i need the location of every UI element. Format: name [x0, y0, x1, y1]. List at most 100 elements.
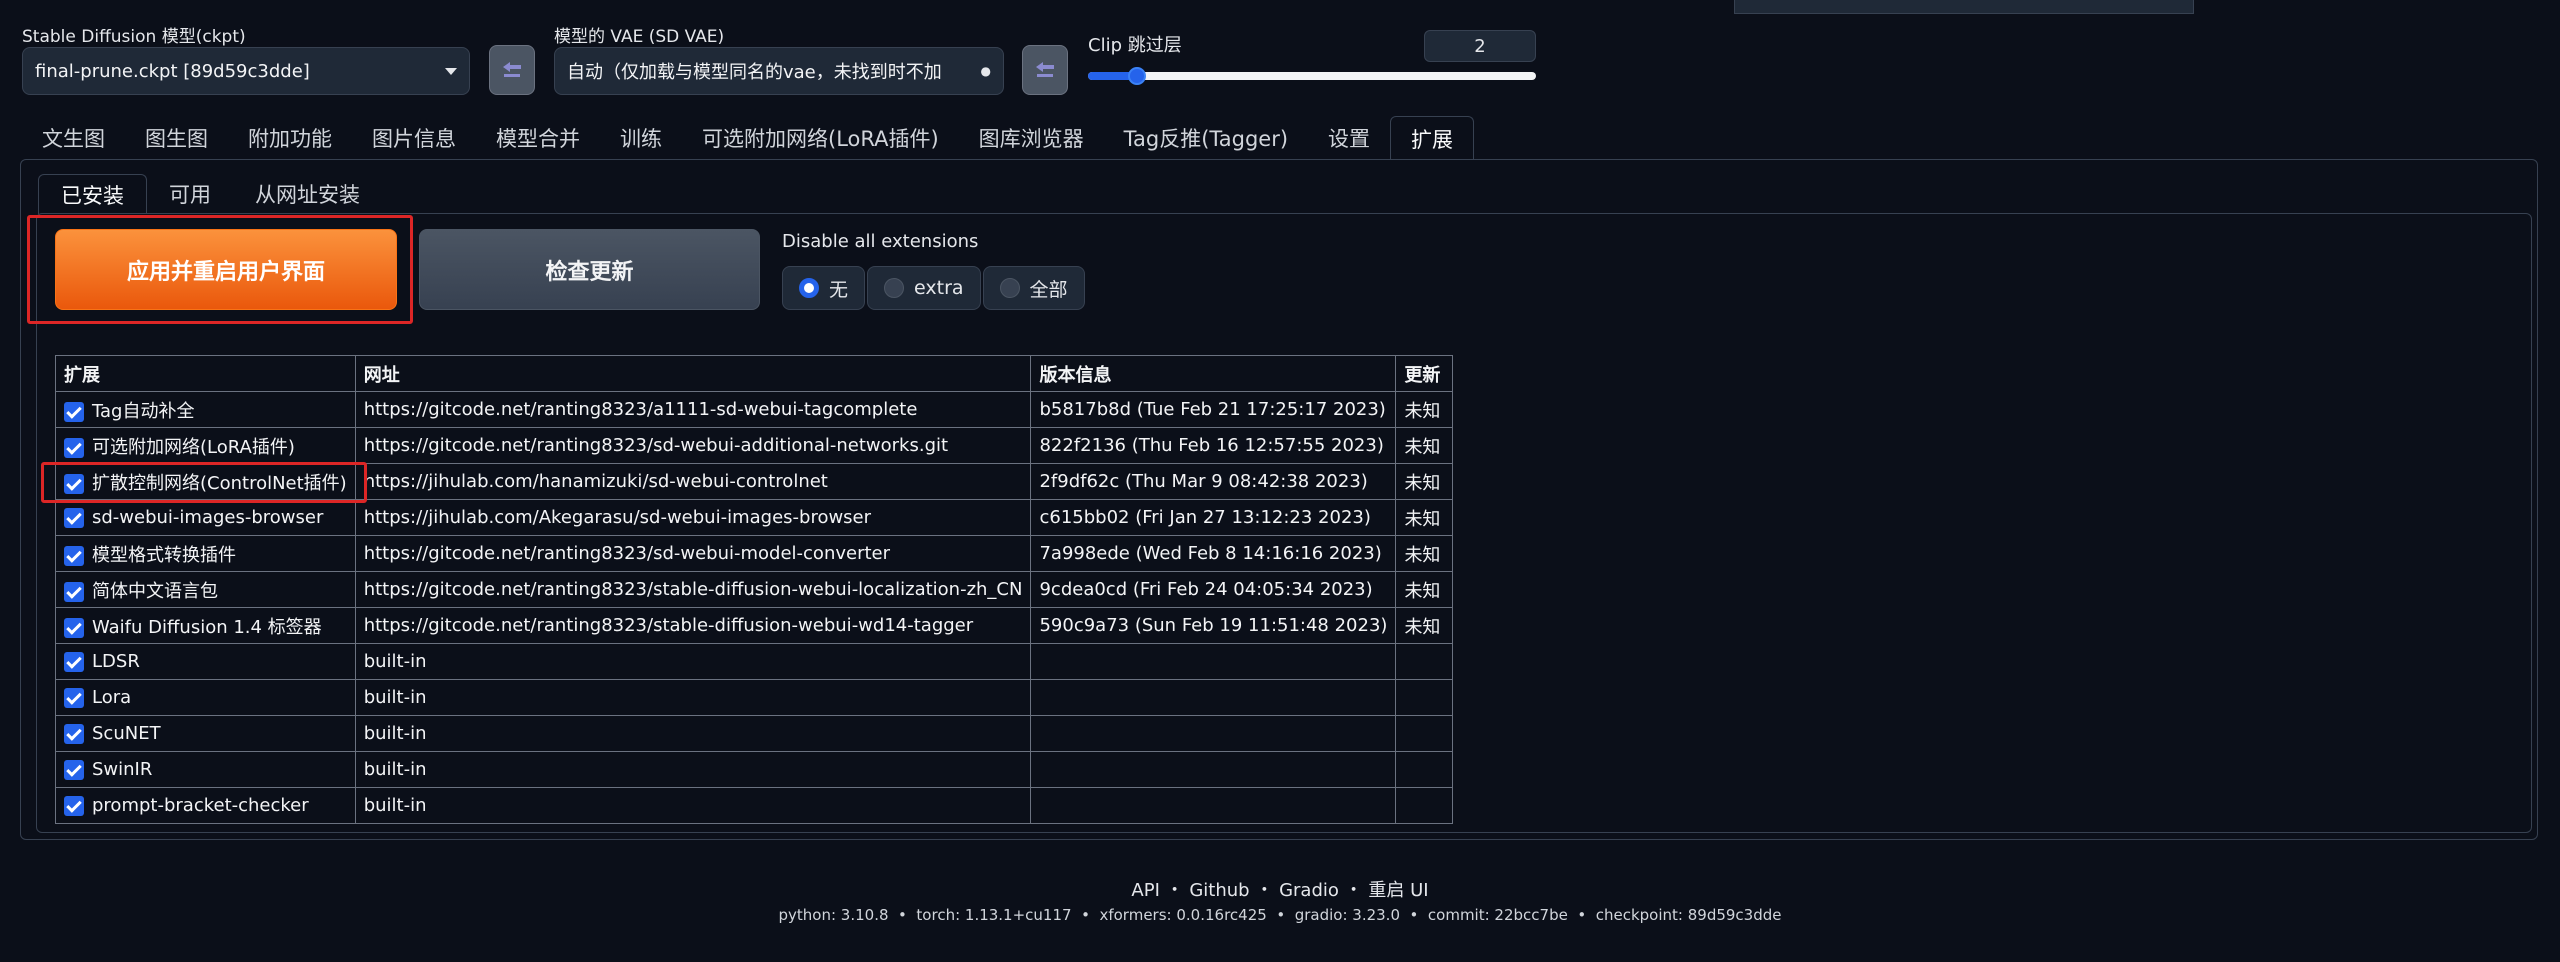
radio-unselected-icon	[999, 278, 1020, 298]
table-row: SwinIR built-in	[55, 751, 1454, 788]
col-update: 更新	[1395, 355, 1454, 392]
disable-extensions-label: Disable all extensions	[782, 231, 979, 252]
extension-enabled-checkbox[interactable]	[64, 652, 84, 672]
apply-restart-button[interactable]: 应用并重启用户界面	[55, 229, 397, 310]
extension-enabled-checkbox[interactable]	[64, 724, 84, 744]
radio-none[interactable]: 无	[782, 266, 866, 310]
refresh-icon	[1036, 62, 1054, 77]
extension-url: https://gitcode.net/ranting8323/stable-d…	[354, 607, 1032, 644]
radio-none-label: 无	[829, 278, 849, 301]
extension-url: https://jihulab.com/hanamizuki/sd-webui-…	[354, 463, 1032, 500]
extension-name: SwinIR	[92, 759, 153, 780]
footer-separator: ・	[1165, 880, 1184, 901]
extension-name-cell: SwinIR	[55, 751, 356, 788]
tab-extras[interactable]: 附加功能	[228, 116, 352, 160]
subtab-installed[interactable]: 已安装	[38, 174, 147, 214]
tab-additional-networks[interactable]: 可选附加网络(LoRA插件)	[682, 116, 959, 160]
table-row: 简体中文语言包 https://gitcode.net/ranting8323/s…	[55, 571, 1454, 608]
extension-version	[1030, 751, 1397, 788]
clip-skip-slider[interactable]	[1088, 67, 1536, 85]
table-row: prompt-bracket-checker built-in	[55, 787, 1454, 824]
extension-enabled-checkbox[interactable]	[64, 545, 84, 566]
extension-enabled-checkbox[interactable]	[64, 760, 84, 780]
footer-link-github[interactable]: Github	[1189, 880, 1249, 901]
table-row: 可选附加网络(LoRA插件) https://gitcode.net/rantin…	[55, 427, 1454, 464]
tab-settings[interactable]: 设置	[1308, 116, 1390, 160]
extension-name: sd-webui-images-browser	[92, 507, 324, 528]
tab-tagger[interactable]: Tag反推(Tagger)	[1104, 116, 1308, 160]
ckpt-refresh-button[interactable]	[489, 45, 535, 95]
tab-txt2img[interactable]: 文生图	[22, 116, 125, 160]
extension-name: ScuNET	[92, 723, 161, 744]
extension-update-status: 未知	[1395, 571, 1454, 608]
extension-url: https://gitcode.net/ranting8323/sd-webui…	[354, 427, 1032, 464]
extension-update-status	[1395, 715, 1454, 752]
radio-all-label: 全部	[1029, 278, 1068, 301]
refresh-icon	[503, 62, 521, 77]
radio-unselected-icon	[884, 278, 905, 298]
footer-versions: python: 3.10.8 • torch: 1.13.1+cu117 • x…	[778, 906, 1782, 924]
footer-link-reload-ui[interactable]: 重启 UI	[1368, 880, 1428, 901]
table-row: ScuNET built-in	[55, 715, 1454, 752]
extension-url: built-in	[354, 787, 1032, 824]
extension-name-cell: Tag自动补全	[55, 391, 356, 428]
table-row: Waifu Diffusion 1.4 标签器 https://gitcode.n…	[55, 607, 1454, 644]
extension-update-status	[1395, 787, 1454, 824]
extension-version: b5817b8d (Tue Feb 21 17:25:17 2023)	[1030, 391, 1397, 428]
extension-name: 简体中文语言包	[92, 580, 218, 602]
ckpt-dropdown[interactable]: final-prune.ckpt [89d59c3dde]	[22, 47, 470, 95]
extension-update-status: 未知	[1395, 499, 1454, 536]
extension-version	[1030, 679, 1397, 716]
footer-link-gradio[interactable]: Gradio	[1279, 880, 1339, 901]
radio-all[interactable]: 全部	[982, 266, 1085, 310]
table-row: 模型格式转换插件 https://gitcode.net/ranting8323/…	[55, 535, 1454, 572]
extension-name-cell: Lora	[55, 679, 356, 716]
chevron-down-icon	[445, 67, 457, 75]
subtab-available[interactable]: 可用	[147, 174, 233, 214]
extension-name-cell: prompt-bracket-checker	[55, 787, 356, 824]
tab-train[interactable]: 训练	[600, 116, 682, 160]
radio-extra[interactable]: extra	[867, 266, 981, 310]
extension-url: https://gitcode.net/ranting8323/a1111-sd…	[354, 391, 1032, 428]
footer-separator: ・	[1255, 880, 1274, 901]
extension-version: 822f2136 (Thu Feb 16 12:57:55 2023)	[1030, 427, 1397, 464]
extension-enabled-checkbox[interactable]	[64, 581, 84, 602]
vae-refresh-button[interactable]	[1022, 45, 1068, 95]
extension-enabled-checkbox[interactable]	[64, 688, 84, 708]
highlight-box-controlnet	[41, 462, 367, 503]
vae-value: 自动（仅加载与模型同名的vae，未找到时不加	[567, 62, 942, 83]
extension-url: built-in	[354, 751, 1032, 788]
extension-enabled-checkbox[interactable]	[64, 617, 84, 638]
tab-img2img[interactable]: 图生图	[125, 116, 228, 160]
dot-icon: ●	[980, 64, 991, 78]
extension-update-status	[1395, 679, 1454, 716]
extension-update-status: 未知	[1395, 391, 1454, 428]
extension-update-status	[1395, 751, 1454, 788]
tab-merge[interactable]: 模型合并	[476, 116, 600, 160]
extension-enabled-checkbox[interactable]	[64, 796, 84, 816]
extension-enabled-checkbox[interactable]	[64, 437, 84, 458]
clip-skip-number[interactable]: 2	[1424, 30, 1536, 62]
vae-dropdown[interactable]: 自动（仅加载与模型同名的vae，未找到时不加 ●	[554, 47, 1004, 95]
extension-name: Tag自动补全	[92, 400, 195, 422]
tab-image-browser[interactable]: 图库浏览器	[959, 116, 1104, 160]
extension-update-status	[1395, 643, 1454, 680]
table-row: sd-webui-images-browser https://jihulab.c…	[55, 499, 1454, 536]
extension-name-cell: 模型格式转换插件	[55, 535, 356, 572]
extension-version	[1030, 643, 1397, 680]
extension-url: built-in	[354, 643, 1032, 680]
extension-enabled-checkbox[interactable]	[64, 508, 84, 528]
slider-thumb[interactable]	[1128, 67, 1146, 85]
footer-link-api[interactable]: API	[1131, 880, 1159, 901]
extension-version	[1030, 787, 1397, 824]
col-extension: 扩展	[55, 355, 356, 392]
subtab-install-from-url[interactable]: 从网址安装	[233, 174, 382, 214]
extension-name-cell: LDSR	[55, 643, 356, 680]
tab-png-info[interactable]: 图片信息	[352, 116, 476, 160]
extension-enabled-checkbox[interactable]	[64, 401, 84, 422]
tab-extensions[interactable]: 扩展	[1390, 116, 1475, 160]
ckpt-label: Stable Diffusion 模型(ckpt)	[22, 27, 246, 47]
table-header-row: 扩展 网址 版本信息 更新	[55, 355, 1454, 392]
check-updates-button[interactable]: 检查更新	[419, 229, 760, 310]
main-tabs: 文生图 图生图 附加功能 图片信息 模型合并 训练 可选附加网络(LoRA插件)…	[22, 116, 1475, 160]
